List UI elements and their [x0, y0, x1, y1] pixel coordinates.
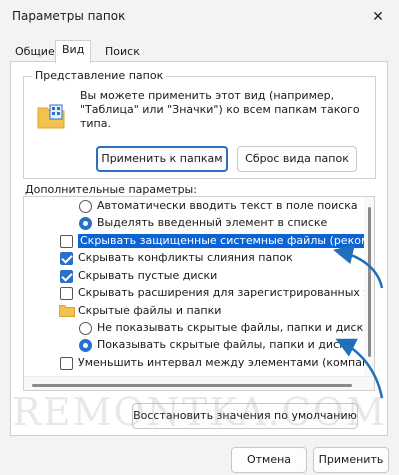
list-item[interactable]: Скрывать защищенные системные файлы (рек… [24, 233, 374, 249]
checkbox-hide-empty-drives[interactable] [60, 270, 73, 283]
folder-views-description: Вы можете применить этот вид (например, … [80, 89, 360, 130]
radio-show-hidden[interactable] [79, 339, 92, 352]
restore-defaults-label: Восстановить значения по умолчанию [133, 409, 357, 422]
horizontal-scroll-thumb[interactable] [32, 384, 352, 387]
checkbox-hide-extensions[interactable] [60, 287, 73, 300]
advanced-settings-label: Дополнительные параметры: [25, 183, 197, 196]
dialog-footer: Отмена Применить [0, 440, 399, 475]
checkbox-compact-spacing[interactable] [60, 357, 73, 370]
folder-views-group: Представление папок Вы можете применить … [23, 69, 376, 179]
restore-defaults-button[interactable]: Восстановить значения по умолчанию [132, 403, 358, 429]
list-item-label: Скрывать защищенные системные файлы (рек… [78, 234, 374, 248]
reset-folders-button[interactable]: Сброс вида папок [237, 146, 357, 172]
list-item-label: Не показывать скрытые файлы, папки и дис… [97, 321, 371, 334]
tab-general-label: Общие [15, 45, 55, 58]
list-item[interactable]: Показывать скрытые файлы, папки и диски [24, 337, 364, 353]
window-title: Параметры папок [12, 9, 126, 23]
radio-select-typed[interactable] [79, 217, 92, 230]
list-item[interactable]: Скрывать конфликты слияния папок [24, 250, 364, 266]
tab-strip: Общие Вид Поиск [0, 40, 399, 63]
tab-view-label: Вид [62, 43, 85, 56]
list-item-label: Скрывать пустые диски [78, 269, 218, 282]
small-folder-icon [59, 305, 75, 317]
checkbox-hide-protected[interactable] [60, 235, 73, 248]
radio-auto-type[interactable] [79, 200, 92, 213]
list-item[interactable]: Выделять введенный элемент в списке [24, 215, 364, 231]
list-item-label: Выделять введенный элемент в списке [97, 216, 328, 229]
list-item-label: Уменьшить интервал между элементами (ком… [78, 356, 375, 369]
cancel-label: Отмена [246, 453, 292, 466]
list-item-label: Скрывать расширения для зарегистрированн… [78, 286, 375, 299]
tab-search[interactable]: Поиск [98, 42, 147, 62]
cancel-button[interactable]: Отмена [231, 447, 307, 473]
close-icon[interactable]: ✕ [367, 6, 389, 28]
horizontal-scrollbar[interactable] [24, 376, 374, 390]
apply-label: Применить [318, 453, 384, 466]
list-item[interactable]: Не показывать скрытые файлы, папки и дис… [24, 320, 370, 336]
advanced-settings-list[interactable]: Автоматически вводить текст в поле поиск… [23, 196, 375, 391]
list-item[interactable]: Уменьшить интервал между элементами (ком… [24, 355, 374, 371]
vertical-scrollbar[interactable] [364, 197, 374, 376]
title-bar: Параметры папок ✕ [0, 0, 399, 34]
reset-folders-label: Сброс вида папок [245, 152, 349, 165]
tab-general[interactable]: Общие [8, 42, 62, 62]
radio-dont-show-hidden[interactable] [79, 322, 92, 335]
list-item: Скрытые файлы и папки [24, 303, 364, 319]
apply-to-folders-button[interactable]: Применить к папкам [96, 146, 228, 172]
list-item-label: Скрывать конфликты слияния папок [78, 251, 293, 264]
tab-panel-view: Представление папок Вы можете применить … [10, 61, 388, 436]
tab-view[interactable]: Вид [55, 40, 92, 63]
tab-search-label: Поиск [105, 45, 140, 58]
list-item[interactable]: Скрывать пустые диски [24, 268, 364, 284]
folder-views-legend: Представление папок [32, 69, 167, 82]
checkbox-hide-merge-conflicts[interactable] [60, 252, 73, 265]
apply-to-folders-label: Применить к папкам [101, 152, 223, 165]
list-item-label: Скрытые файлы и папки [78, 304, 222, 317]
list-item-label: Автоматически вводить текст в поле поиск… [97, 199, 358, 212]
list-item-label: Показывать скрытые файлы, папки и диски [97, 338, 353, 351]
list-item[interactable]: Автоматически вводить текст в поле поиск… [24, 198, 364, 214]
apply-button[interactable]: Применить [313, 447, 389, 473]
list-item[interactable]: Скрывать расширения для зарегистрированн… [24, 285, 374, 301]
vertical-scroll-thumb[interactable] [368, 207, 371, 357]
folder-icon [37, 104, 65, 129]
